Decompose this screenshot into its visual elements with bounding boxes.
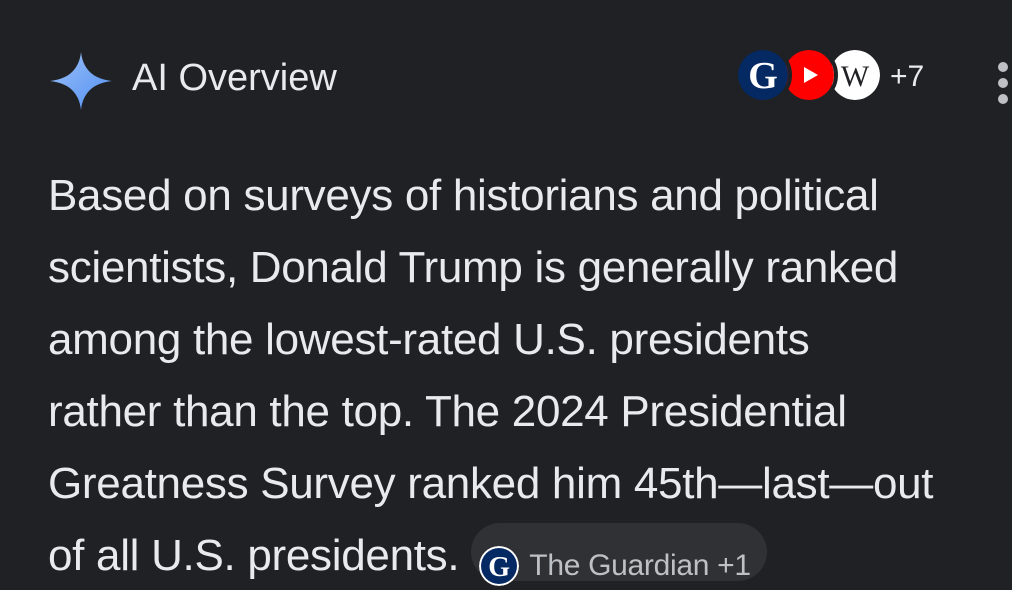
ai-overview-title: AI Overview [132, 57, 337, 99]
more-sources-count[interactable]: +7 [890, 59, 924, 95]
overview-line: rather than the top. The 2024 Presidenti… [48, 387, 847, 436]
overview-line: Greatness Survey ranked him 45th—last—ou… [48, 459, 934, 508]
svg-text:G: G [489, 552, 511, 583]
overview-last-line: of all U.S. presidents. G The Guardian +1 [48, 520, 1012, 590]
sparkle-icon [50, 52, 112, 110]
source-icons-group[interactable]: G W +7 [732, 44, 932, 112]
overview-line: Based on surveys of historians and polit… [48, 171, 879, 220]
ai-overview-header: AI Overview G W +7 [0, 0, 1012, 155]
citation-label: The Guardian +1 [529, 549, 751, 583]
overview-line: scientists, Donald Trump is generally ra… [48, 243, 899, 292]
svg-text:W: W [841, 60, 870, 93]
citation-chip[interactable]: G The Guardian +1 [471, 523, 767, 587]
ai-overview-text: Based on surveys of historians and polit… [48, 160, 1012, 590]
overview-line: of all U.S. presidents. [48, 531, 460, 580]
overview-line: among the lowest-rated U.S. presidents [48, 315, 810, 364]
guardian-logo-icon: G [479, 546, 520, 587]
svg-text:G: G [748, 55, 778, 97]
more-vert-icon[interactable] [994, 60, 1012, 106]
guardian-logo-icon[interactable]: G [734, 46, 792, 104]
